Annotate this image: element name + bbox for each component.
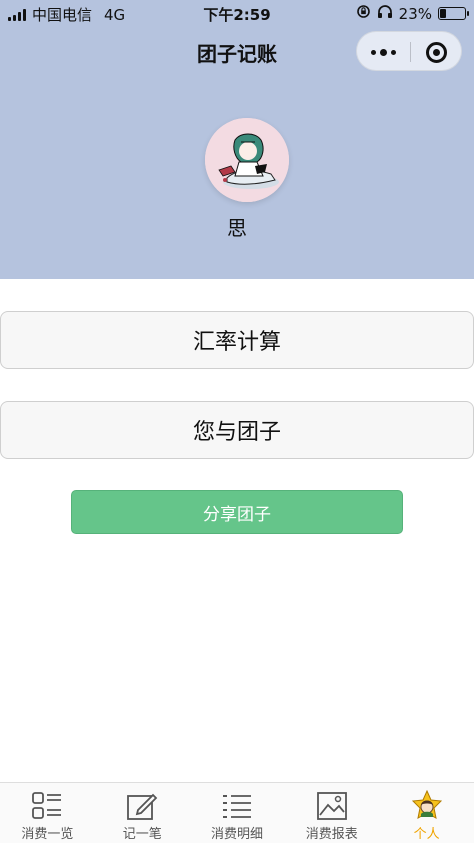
battery-icon: [438, 7, 469, 20]
status-bar: 中国电信 4G 下午2:59 23%: [0, 0, 474, 26]
tab-label: 个人: [413, 827, 440, 842]
status-right: 23%: [356, 4, 469, 23]
image-chart-icon: [315, 790, 349, 822]
list-icon: [220, 790, 254, 822]
avatar-illustration: [205, 118, 289, 202]
tab-label: 消费报表: [305, 827, 358, 842]
person-star-icon: [410, 790, 444, 822]
more-menu-button[interactable]: [357, 32, 410, 72]
menu-item-label: 汇率计算: [192, 330, 281, 355]
headphones-icon: [377, 4, 393, 23]
avatar[interactable]: [205, 118, 289, 202]
tab-label: 消费明细: [210, 827, 263, 842]
share-button[interactable]: 分享团子: [71, 490, 403, 534]
grid-list-icon: [30, 790, 64, 822]
share-button-label: 分享团子: [203, 504, 271, 525]
profile-header: 中国电信 4G 下午2:59 23% 团子记账 思: [0, 0, 474, 279]
battery-percent: 23%: [398, 4, 432, 23]
tab-bar: 消费一览 记一笔 消费明细 消费报表 个人: [0, 782, 474, 843]
menu-item-label: 您与团子: [192, 420, 281, 445]
tab-details[interactable]: 消费明细: [190, 783, 285, 843]
miniprogram-capsule: [356, 31, 462, 71]
tab-profile[interactable]: 个人: [379, 783, 474, 843]
close-miniprogram-button[interactable]: [410, 32, 463, 72]
target-icon: [426, 41, 447, 63]
tab-overview[interactable]: 消费一览: [0, 783, 95, 843]
rotation-lock-icon: [356, 4, 371, 23]
screen: 中国电信 4G 下午2:59 23% 团子记账 思 汇率计算 您与团子 分享团子…: [0, 0, 474, 843]
user-name: 思: [227, 216, 247, 240]
exchange-rate-calculator-button[interactable]: 汇率计算: [0, 311, 474, 369]
tab-label: 消费一览: [21, 827, 74, 842]
tab-label: 记一笔: [122, 827, 162, 842]
about-tuanzi-button[interactable]: 您与团子: [0, 401, 474, 459]
tab-report[interactable]: 消费报表: [284, 783, 379, 843]
tab-add-record[interactable]: 记一笔: [95, 783, 190, 843]
edit-icon: [125, 790, 159, 822]
